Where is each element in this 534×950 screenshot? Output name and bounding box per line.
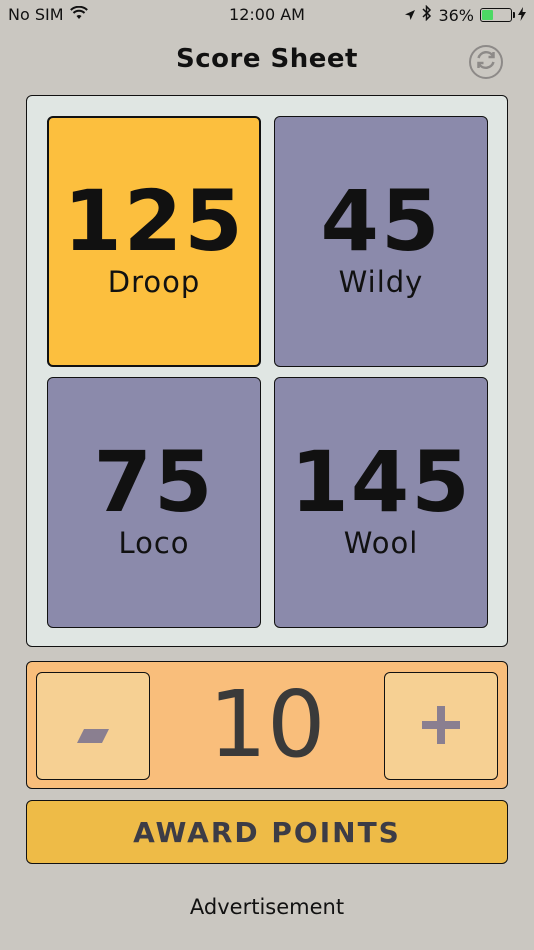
points-stepper: 10 — [26, 661, 508, 789]
reset-button[interactable] — [469, 45, 503, 79]
player-score: 45 — [320, 171, 442, 270]
player-score: 125 — [63, 171, 245, 270]
plus-icon — [420, 691, 462, 761]
player-name: Droop — [107, 264, 201, 299]
player-name: Wildy — [338, 264, 424, 299]
player-card-wool[interactable]: 145 Wool — [274, 377, 488, 628]
page-title: Score Sheet — [176, 44, 358, 74]
battery-icon — [480, 8, 515, 22]
award-points-button[interactable]: AWARD POINTS — [26, 800, 508, 864]
player-card-droop[interactable]: 125 Droop — [47, 116, 261, 367]
players-panel: 125 Droop 45 Wildy 75 Loco 145 Wool — [26, 95, 508, 647]
player-card-wildy[interactable]: 45 Wildy — [274, 116, 488, 367]
location-arrow-icon — [404, 6, 416, 25]
player-score: 75 — [93, 432, 215, 531]
status-bar: No SIM 12:00 AM 36% — [0, 0, 534, 28]
player-score: 145 — [290, 432, 472, 531]
advertisement-label: Advertisement — [189, 895, 345, 919]
increment-button[interactable] — [384, 672, 498, 780]
charging-bolt-icon — [518, 6, 526, 25]
decrement-button[interactable] — [36, 672, 150, 780]
player-name: Wool — [343, 525, 419, 560]
minus-icon — [76, 691, 110, 761]
player-name: Loco — [118, 525, 190, 560]
player-card-loco[interactable]: 75 Loco — [47, 377, 261, 628]
battery-percent: 36% — [438, 5, 474, 25]
bluetooth-icon — [422, 4, 432, 25]
refresh-icon — [474, 48, 498, 76]
